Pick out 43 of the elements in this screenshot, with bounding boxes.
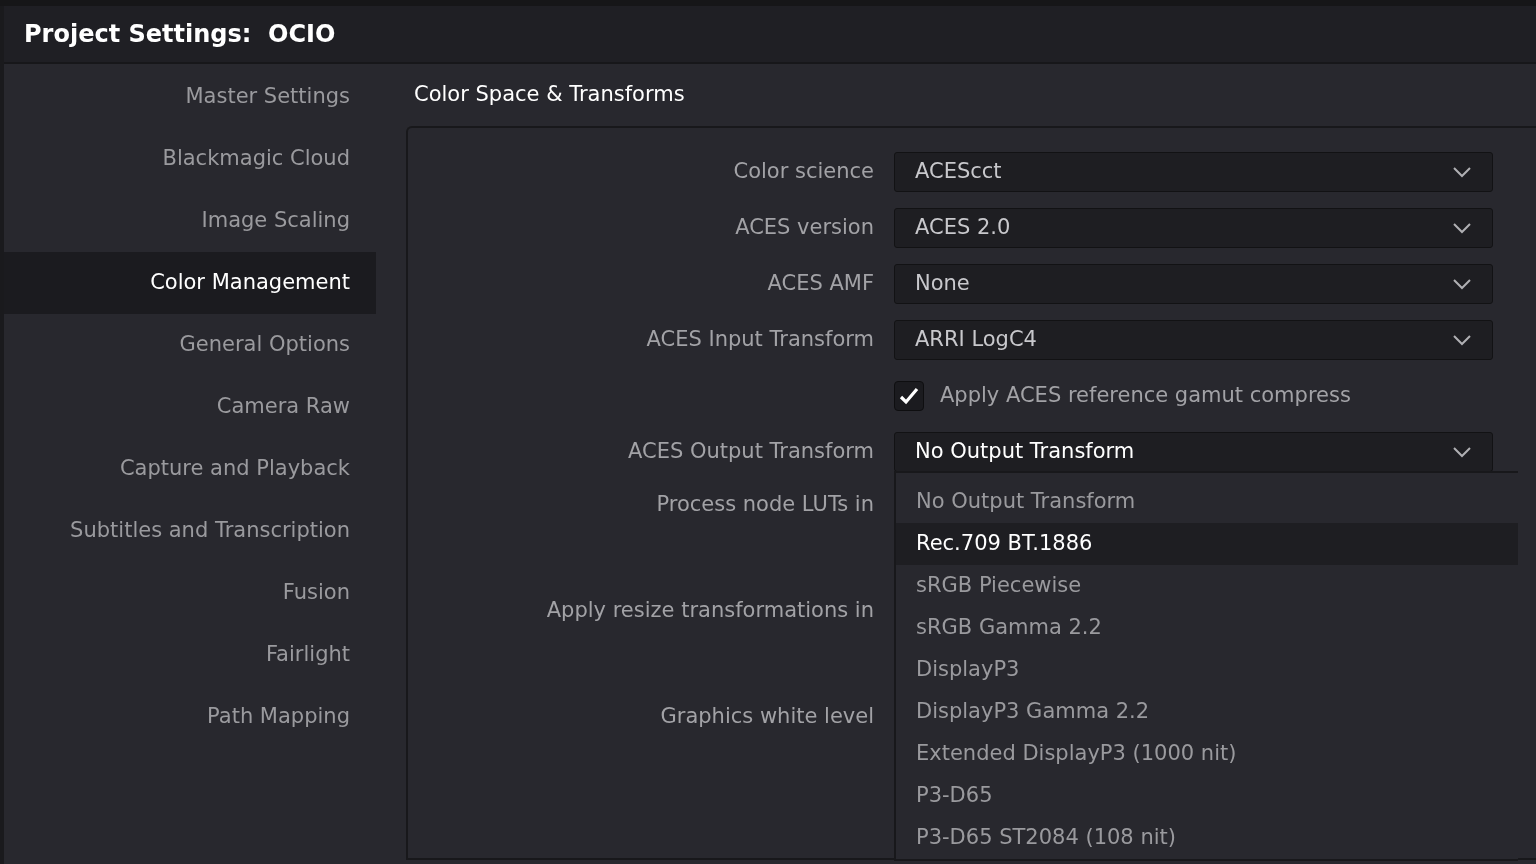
menu-option[interactable]: sRGB Piecewise	[896, 565, 1518, 607]
field-label: Apply resize transformations in	[546, 598, 874, 622]
menu-option[interactable]: DisplayP3 Gamma 2.2	[896, 691, 1518, 733]
field-label: ACES AMF	[767, 271, 874, 296]
dropdown[interactable]: ARRI LogC4	[894, 320, 1493, 360]
field-label: ACES version	[735, 215, 874, 240]
chevron-down-icon	[1452, 222, 1472, 234]
field-label: ACES Input Transform	[646, 327, 874, 352]
dropdown[interactable]: No Output Transform	[894, 432, 1493, 472]
field-label: ACES Output Transform	[628, 439, 874, 464]
window-title: Project Settings: OCIO	[4, 6, 1536, 64]
chevron-down-icon	[1452, 166, 1472, 178]
sidebar-item[interactable]: Fairlight	[4, 624, 376, 686]
dropdown[interactable]: ACES 2.0	[894, 208, 1493, 248]
checkmark-icon	[899, 387, 919, 405]
menu-option[interactable]: P3-D65	[896, 775, 1518, 817]
menu-option[interactable]: Rec.709 BT.1886	[896, 523, 1518, 565]
field-label: Graphics white level	[660, 704, 874, 728]
chevron-down-icon	[1452, 278, 1472, 290]
menu-option[interactable]: DisplayP3	[896, 649, 1518, 691]
section-title: Color Space & Transforms	[414, 82, 685, 108]
checkbox-label: Apply ACES reference gamut compress	[939, 383, 1351, 409]
menu-option[interactable]: P3-D65 ST2084 (108 nit)	[896, 817, 1518, 859]
sidebar-item[interactable]: Fusion	[4, 562, 376, 624]
sidebar-item[interactable]: Color Management	[4, 252, 376, 314]
sidebar-item[interactable]: Path Mapping	[4, 686, 376, 748]
sidebar-item[interactable]: Subtitles and Transcription	[4, 500, 376, 562]
chevron-down-icon	[1452, 334, 1472, 346]
sidebar-item[interactable]: Camera Raw	[4, 376, 376, 438]
dropdown[interactable]: ACEScct	[894, 152, 1493, 192]
sidebar-item[interactable]: Image Scaling	[4, 190, 376, 252]
menu-option[interactable]: sRGB Gamma 2.2	[896, 607, 1518, 649]
sidebar-item[interactable]: Blackmagic Cloud	[4, 128, 376, 190]
checkbox[interactable]	[894, 381, 924, 411]
menu-option[interactable]: Extended DisplayP3 (1000 nit)	[896, 733, 1518, 775]
menu-option[interactable]: No Output Transform	[896, 481, 1518, 523]
sidebar-item[interactable]: Capture and Playback	[4, 438, 376, 500]
sidebar-item[interactable]: Master Settings	[4, 66, 376, 128]
sidebar-item[interactable]: General Options	[4, 314, 376, 376]
dropdown[interactable]: None	[894, 264, 1493, 304]
field-label: Color science	[733, 159, 874, 184]
chevron-down-icon	[1452, 446, 1472, 458]
field-label: Process node LUTs in	[656, 492, 874, 516]
